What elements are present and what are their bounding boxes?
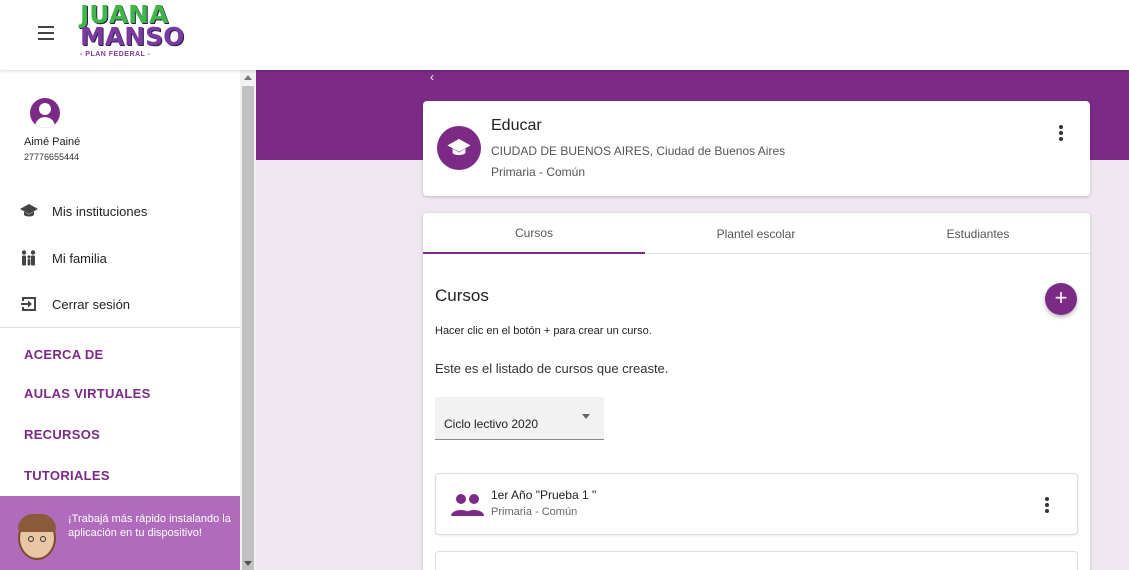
institution-location: CIUDAD DE BUENOS AIRES, Ciudad de Buenos… [491, 144, 786, 158]
tab-cursos[interactable]: Cursos [423, 213, 645, 254]
graduation-cap-icon [20, 202, 38, 220]
link-acerca-de[interactable]: ACERCA DE [24, 347, 104, 362]
sidebar-item-label: Mis instituciones [52, 203, 148, 219]
course-more-options-icon[interactable] [1045, 497, 1049, 513]
sidebar-item-mis-instituciones[interactable]: Mis instituciones [20, 199, 147, 223]
institution-graduation-cap-icon [437, 126, 481, 170]
tab-estudiantes[interactable]: Estudiantes [867, 213, 1089, 254]
logout-icon [20, 295, 38, 313]
sidebar: Aimé Painé 27776655444 Mis instituciones… [0, 70, 240, 570]
sidebar-item-label: Mi familia [52, 250, 107, 266]
sidebar-scrollbar[interactable] [240, 70, 256, 570]
scrollbar-thumb[interactable] [242, 86, 254, 570]
institution-card: Educar CIUDAD DE BUENOS AIRES, Ciudad de… [423, 101, 1090, 196]
logo-line-2: MANSO [80, 22, 185, 51]
courses-list-intro: Este es el listado de cursos que creaste… [435, 361, 669, 376]
institution-more-options-icon[interactable] [1059, 125, 1063, 141]
logo-line-3: - PLAN FEDERAL - [80, 51, 151, 58]
tab-bar: Cursos Plantel escolar Estudiantes [423, 213, 1090, 254]
sidebar-item-cerrar-sesion[interactable]: Cerrar sesión [20, 292, 130, 316]
course-level: Primaria - Común [491, 506, 578, 518]
courses-card: Cursos Plantel escolar Estudiantes Curso… [423, 213, 1090, 570]
user-avatar-icon [30, 98, 60, 128]
install-banner-text: ¡Trabajá más rápido instalando la aplica… [68, 513, 231, 539]
juana-manso-portrait-icon [18, 514, 56, 560]
link-tutoriales[interactable]: TUTORIALES [24, 468, 110, 483]
institution-name: Educar [491, 117, 542, 134]
sidebar-item-label: Cerrar sesión [52, 296, 131, 312]
link-aulas-virtuales[interactable]: AULAS VIRTUALES [24, 386, 151, 401]
juana-manso-logo[interactable]: JUANA MANSO - PLAN FEDERAL - [80, 2, 185, 66]
user-id: 27776655444 [24, 152, 80, 162]
family-icon [20, 249, 38, 267]
school-year-value: Ciclo lectivo 2020 [444, 417, 539, 431]
scroll-up-arrow-icon[interactable] [244, 75, 252, 80]
add-course-button[interactable]: + [1045, 283, 1077, 315]
user-name: Aimé Painé [24, 136, 81, 148]
menu-icon[interactable] [38, 26, 54, 40]
courses-title: Cursos [435, 286, 489, 305]
dropdown-caret-icon [582, 414, 590, 419]
link-recursos[interactable]: RECURSOS [24, 427, 100, 442]
course-name: 1er Año "Prueba 1 " [491, 488, 597, 502]
sidebar-divider [0, 327, 240, 328]
create-course-hint: Hacer clic en el botón + para crear un c… [435, 325, 652, 337]
sidebar-item-mi-familia[interactable]: Mi familia [20, 246, 107, 270]
top-app-bar: JUANA MANSO - PLAN FEDERAL - [0, 0, 1129, 70]
institution-level: Primaria - Común [491, 165, 586, 179]
group-icon [450, 492, 484, 518]
scroll-down-arrow-icon[interactable] [244, 561, 252, 566]
install-app-banner[interactable]: ¡Trabajá más rápido instalando la aplica… [0, 496, 240, 570]
course-list-item[interactable] [435, 551, 1078, 570]
course-list-item[interactable]: 1er Año "Prueba 1 " Primaria - Común [435, 473, 1078, 535]
back-chevron-icon[interactable]: ‹ [430, 70, 434, 84]
tab-plantel-escolar[interactable]: Plantel escolar [645, 213, 867, 254]
school-year-select[interactable]: Ciclo lectivo 2020 [435, 397, 604, 440]
